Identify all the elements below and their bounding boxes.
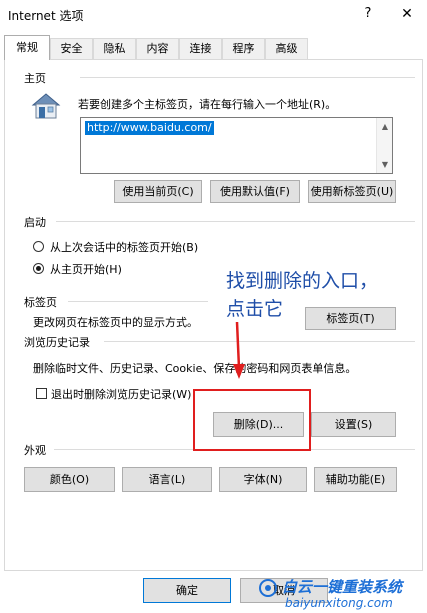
tab-advanced[interactable]: 高级 [265, 38, 308, 59]
tab-content[interactable]: 内容 [136, 38, 179, 59]
startup-homepage-label[interactable]: 从主页开始(H) [50, 261, 122, 277]
homepage-url-text: http://www.baidu.com/ [85, 121, 214, 135]
tab-privacy[interactable]: 隐私 [93, 38, 136, 59]
history-section-title: 浏览历史记录 [24, 334, 94, 350]
use-default-button[interactable]: 使用默认值(F) [210, 180, 300, 203]
annotation-arrow-icon [230, 321, 246, 380]
homepage-instruction: 若要创建多个主标签页，请在每行输入一个地址(R)。 [78, 98, 337, 111]
delete-on-exit-checkbox[interactable] [36, 388, 47, 399]
tab-programs[interactable]: 程序 [222, 38, 265, 59]
close-button[interactable]: ✕ [394, 3, 420, 25]
tab-security[interactable]: 安全 [50, 38, 93, 59]
scroll-down-icon[interactable]: ▼ [377, 160, 393, 169]
use-current-button[interactable]: 使用当前页(C) [114, 180, 202, 203]
startup-section-title: 启动 [24, 214, 50, 230]
scroll-up-icon[interactable]: ▲ [377, 122, 393, 131]
history-separator [104, 341, 415, 342]
homepage-section-title: 主页 [24, 70, 50, 86]
startup-last-session-label[interactable]: 从上次会话中的标签页开始(B) [50, 239, 198, 255]
colors-button[interactable]: 颜色(O) [24, 467, 115, 492]
ok-button[interactable]: 确定 [143, 578, 231, 603]
tabs-section-title: 标签页 [24, 294, 61, 310]
textarea-scrollbar[interactable]: ▲ ▼ [376, 118, 392, 173]
use-new-tab-button[interactable]: 使用新标签页(U) [308, 180, 396, 203]
window-title: Internet 选项 [8, 9, 84, 23]
watermark-text: 白云一键重装系统 [282, 578, 403, 596]
tabs-section-separator [68, 301, 208, 302]
cloud-logo-icon [258, 578, 278, 598]
tab-general[interactable]: 常规 [4, 35, 50, 60]
title-bar: Internet 选项 ? ✕ [0, 0, 427, 30]
delete-on-exit-label[interactable]: 退出时删除浏览历史记录(W) [51, 386, 191, 402]
history-settings-button[interactable]: 设置(S) [311, 412, 396, 437]
tabs-button[interactable]: 标签页(T) [305, 307, 396, 330]
homepage-separator [80, 77, 415, 78]
tabs-section-description: 更改网页在标签页中的显示方式。 [33, 316, 198, 329]
annotation-line2: 点击它 [226, 298, 284, 320]
annotation-line1: 找到删除的入口， [226, 270, 379, 292]
history-description: 删除临时文件、历史记录、Cookie、保存的密码和网页表单信息。 [33, 362, 357, 375]
startup-homepage-radio[interactable] [33, 263, 44, 274]
accessibility-button[interactable]: 辅助功能(E) [314, 467, 397, 492]
homepage-url-textarea[interactable]: http://www.baidu.com/ ▲ ▼ [80, 117, 393, 174]
startup-last-session-radio[interactable] [33, 241, 44, 252]
startup-separator [56, 221, 415, 222]
house-icon [30, 90, 62, 120]
watermark-url: baiyunxitong.com [285, 596, 393, 610]
tab-connections[interactable]: 连接 [179, 38, 222, 59]
languages-button[interactable]: 语言(L) [122, 467, 212, 492]
fonts-button[interactable]: 字体(N) [219, 467, 307, 492]
help-button[interactable]: ? [358, 4, 378, 24]
annotation-highlight-box [193, 389, 311, 451]
appearance-section-title: 外观 [24, 442, 50, 458]
